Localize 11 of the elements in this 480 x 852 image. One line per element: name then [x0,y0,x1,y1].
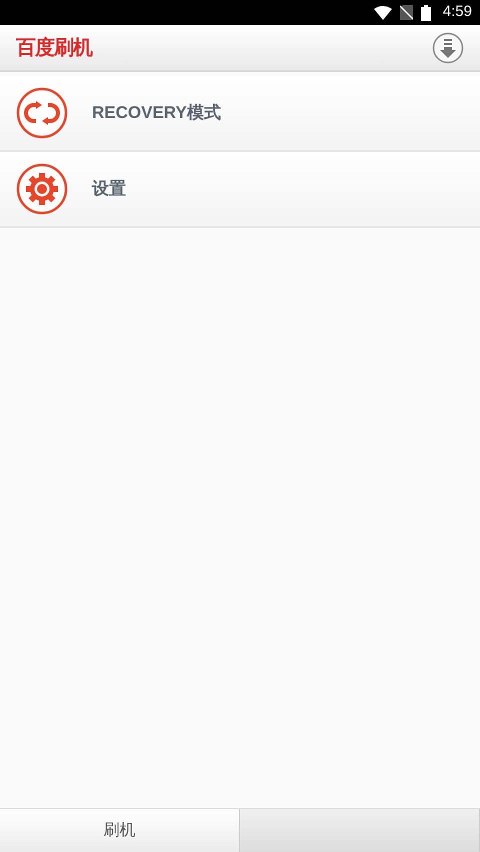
menu-item[interactable]: RECOVERY模式 [0,76,480,152]
wifi-icon [374,6,392,20]
gear-icon [16,163,68,215]
tab[interactable]: 刷机 [0,809,240,852]
app-title: 百度刷机 [16,36,92,60]
no-sim-icon [400,5,413,20]
battery-icon [420,4,431,20]
download-icon[interactable] [432,32,464,64]
refresh-icon [16,87,68,139]
clock-time: 4:59 [442,2,472,22]
menu-item[interactable]: 设置 [0,152,480,228]
